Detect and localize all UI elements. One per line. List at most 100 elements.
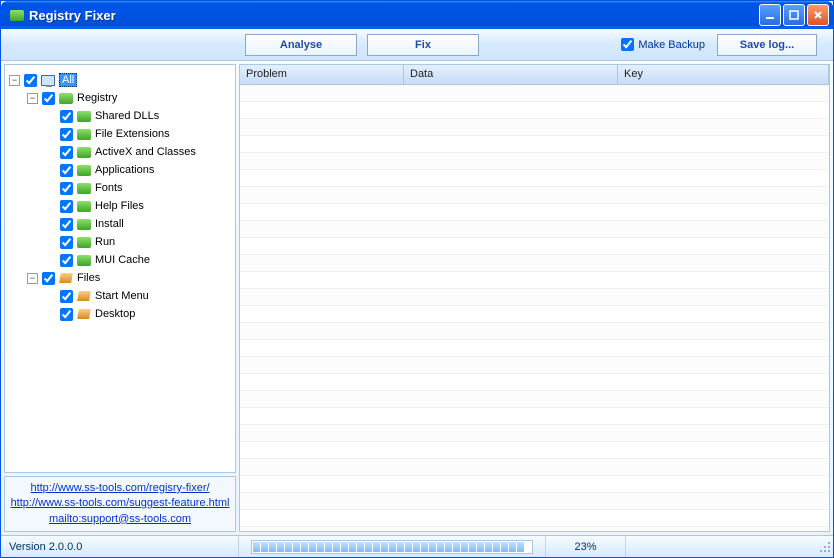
- tree-label-files[interactable]: Files: [77, 272, 100, 284]
- tree-node-files-child[interactable]: Start Menu: [45, 287, 231, 305]
- tree-label[interactable]: File Extensions: [95, 128, 170, 140]
- results-grid: Problem Data Key: [239, 64, 830, 532]
- tree-node-registry-child[interactable]: ActiveX and Classes: [45, 143, 231, 161]
- table-row[interactable]: [240, 391, 829, 408]
- grid-body[interactable]: [240, 85, 829, 531]
- tree-check-registry[interactable]: [42, 92, 55, 105]
- collapse-icon[interactable]: −: [27, 273, 38, 284]
- tree-label[interactable]: ActiveX and Classes: [95, 146, 196, 158]
- tree-label-all[interactable]: All: [59, 73, 77, 87]
- table-row[interactable]: [240, 476, 829, 493]
- monitor-icon: [40, 73, 56, 87]
- save-log-button[interactable]: Save log...: [717, 34, 817, 56]
- title-bar[interactable]: Registry Fixer: [1, 1, 833, 29]
- table-row[interactable]: [240, 374, 829, 391]
- tree-panel: − All − Registry: [4, 64, 236, 532]
- tree-label-registry[interactable]: Registry: [77, 92, 117, 104]
- tree-node-files[interactable]: − Files: [27, 269, 231, 287]
- minimize-button[interactable]: [759, 4, 781, 26]
- table-row[interactable]: [240, 510, 829, 527]
- table-row[interactable]: [240, 187, 829, 204]
- link-suggest[interactable]: http://www.ss-tools.com/suggest-feature.…: [9, 496, 231, 511]
- table-row[interactable]: [240, 255, 829, 272]
- tree-label[interactable]: Desktop: [95, 308, 135, 320]
- table-row[interactable]: [240, 272, 829, 289]
- registry-icon: [76, 199, 92, 213]
- tree-node-files-child[interactable]: Desktop: [45, 305, 231, 323]
- table-row[interactable]: [240, 102, 829, 119]
- tree-label[interactable]: Shared DLLs: [95, 110, 159, 122]
- tree-node-all[interactable]: − All: [9, 71, 231, 89]
- table-row[interactable]: [240, 425, 829, 442]
- registry-icon: [76, 145, 92, 159]
- maximize-button[interactable]: [783, 4, 805, 26]
- tree-label[interactable]: Help Files: [95, 200, 144, 212]
- tree-node-registry-child[interactable]: Run: [45, 233, 231, 251]
- table-row[interactable]: [240, 136, 829, 153]
- tree-node-registry-child[interactable]: Fonts: [45, 179, 231, 197]
- link-mailto[interactable]: mailto:support@ss-tools.com: [9, 512, 231, 527]
- tree-node-registry-child[interactable]: Install: [45, 215, 231, 233]
- tree-check-files[interactable]: [42, 272, 55, 285]
- tree-check[interactable]: [60, 254, 73, 267]
- make-backup-checkbox[interactable]: Make Backup: [621, 38, 705, 51]
- table-row[interactable]: [240, 221, 829, 238]
- table-row[interactable]: [240, 153, 829, 170]
- tree-check[interactable]: [60, 290, 73, 303]
- window-title: Registry Fixer: [29, 8, 759, 23]
- tree-check[interactable]: [60, 146, 73, 159]
- col-problem[interactable]: Problem: [240, 65, 404, 85]
- registry-icon: [76, 217, 92, 231]
- tree-check[interactable]: [60, 164, 73, 177]
- tree-node-registry-child[interactable]: Shared DLLs: [45, 107, 231, 125]
- links-block: http://www.ss-tools.com/regisry-fixer/ h…: [4, 476, 236, 532]
- table-row[interactable]: [240, 85, 829, 102]
- tree-check[interactable]: [60, 200, 73, 213]
- table-row[interactable]: [240, 238, 829, 255]
- table-row[interactable]: [240, 442, 829, 459]
- tree-check[interactable]: [60, 218, 73, 231]
- table-row[interactable]: [240, 170, 829, 187]
- fix-button[interactable]: Fix: [367, 34, 479, 56]
- col-data[interactable]: Data: [404, 65, 618, 85]
- table-row[interactable]: [240, 357, 829, 374]
- registry-icon: [76, 253, 92, 267]
- tree-label[interactable]: Install: [95, 218, 124, 230]
- tree-label[interactable]: Fonts: [95, 182, 123, 194]
- tree-check[interactable]: [60, 236, 73, 249]
- make-backup-label: Make Backup: [638, 39, 705, 51]
- tree-node-registry[interactable]: − Registry: [27, 89, 231, 107]
- close-button[interactable]: [807, 4, 829, 26]
- tree-label[interactable]: Applications: [95, 164, 154, 176]
- tree-check[interactable]: [60, 182, 73, 195]
- tree-check-all[interactable]: [24, 74, 37, 87]
- tree-view[interactable]: − All − Registry: [4, 64, 236, 473]
- table-row[interactable]: [240, 306, 829, 323]
- table-row[interactable]: [240, 204, 829, 221]
- table-row[interactable]: [240, 527, 829, 531]
- table-row[interactable]: [240, 323, 829, 340]
- resize-grip-icon[interactable]: [817, 539, 833, 555]
- tree-check[interactable]: [60, 308, 73, 321]
- tree-node-registry-child[interactable]: Applications: [45, 161, 231, 179]
- tree-label[interactable]: MUI Cache: [95, 254, 150, 266]
- table-row[interactable]: [240, 459, 829, 476]
- collapse-icon[interactable]: −: [9, 75, 20, 86]
- tree-node-registry-child[interactable]: File Extensions: [45, 125, 231, 143]
- tree-check[interactable]: [60, 128, 73, 141]
- tree-label[interactable]: Start Menu: [95, 290, 149, 302]
- table-row[interactable]: [240, 493, 829, 510]
- make-backup-input[interactable]: [621, 38, 634, 51]
- table-row[interactable]: [240, 408, 829, 425]
- table-row[interactable]: [240, 289, 829, 306]
- table-row[interactable]: [240, 119, 829, 136]
- tree-node-registry-child[interactable]: Help Files: [45, 197, 231, 215]
- analyse-button[interactable]: Analyse: [245, 34, 357, 56]
- tree-check[interactable]: [60, 110, 73, 123]
- link-product[interactable]: http://www.ss-tools.com/regisry-fixer/: [9, 481, 231, 496]
- collapse-icon[interactable]: −: [27, 93, 38, 104]
- tree-label[interactable]: Run: [95, 236, 115, 248]
- tree-node-registry-child[interactable]: MUI Cache: [45, 251, 231, 269]
- col-key[interactable]: Key: [618, 65, 829, 85]
- table-row[interactable]: [240, 340, 829, 357]
